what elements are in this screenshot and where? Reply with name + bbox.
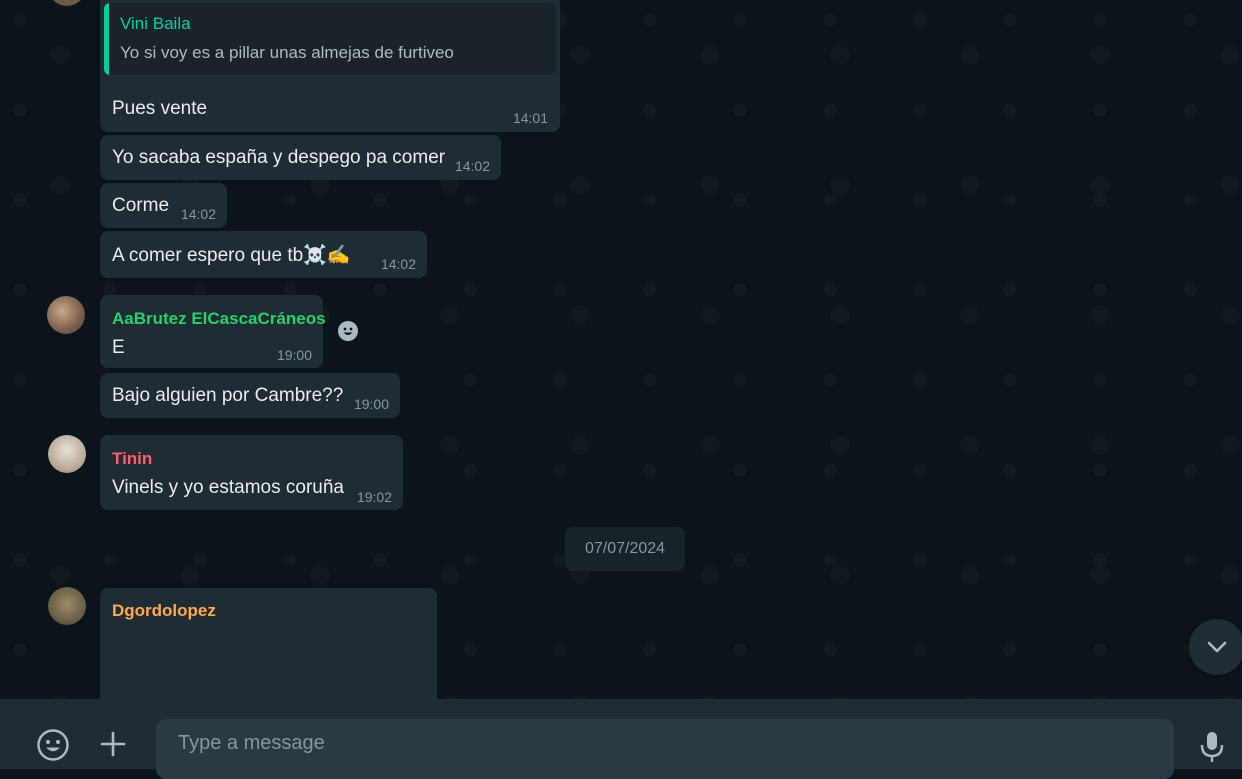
chevron-down-icon <box>1207 641 1227 653</box>
message-text: Bajo alguien por Cambre?? <box>112 385 344 406</box>
date-separator: 07/07/2024 <box>565 527 685 571</box>
smiley-icon <box>37 729 69 761</box>
avatar[interactable] <box>48 0 86 6</box>
avatar[interactable] <box>48 587 86 625</box>
composer-bar <box>0 699 1242 779</box>
message-time: 19:00 <box>276 347 312 363</box>
message-bubble[interactable]: Vini Baila Yo si voy es a pillar unas al… <box>100 0 560 132</box>
emoji-button[interactable] <box>33 725 73 765</box>
avatar[interactable] <box>48 435 86 473</box>
plus-icon <box>100 731 126 757</box>
message-time: 19:00 <box>353 396 389 412</box>
sender-name[interactable]: Tinin <box>112 449 152 469</box>
scroll-to-bottom-button[interactable] <box>1189 619 1242 675</box>
message-bubble[interactable]: Corme 14:02 <box>100 183 227 228</box>
microphone-icon <box>1200 732 1224 762</box>
message-bubble[interactable]: Dgordolopez <box>100 588 437 699</box>
message-time: 14:02 <box>180 206 216 222</box>
quote-accent-bar <box>104 3 109 75</box>
message-text: Vinels y yo estamos coruña <box>112 477 344 498</box>
message-text: Pues vente <box>112 98 208 119</box>
message-bubble[interactable]: Yo sacaba españa y despego pa comer 14:0… <box>100 135 501 180</box>
message-time: 14:02 <box>380 256 416 272</box>
reaction-button[interactable] <box>331 314 365 348</box>
message-time: 14:01 <box>512 110 548 126</box>
message-input-container <box>156 719 1174 779</box>
quote-text: Yo si voy es a pillar unas almejas de fu… <box>120 43 454 62</box>
voice-message-button[interactable] <box>1196 729 1228 765</box>
message-text: Corme <box>112 195 170 216</box>
quoted-message[interactable]: Vini Baila Yo si voy es a pillar unas al… <box>104 3 556 75</box>
message-time: 14:02 <box>454 158 490 174</box>
avatar[interactable] <box>47 296 85 334</box>
quote-sender-name: Vini Baila <box>120 14 191 33</box>
sender-name[interactable]: Dgordolopez <box>112 601 216 621</box>
message-time: 19:02 <box>356 489 392 505</box>
message-bubble[interactable]: AaBrutez ElCascaCráneos E 19:00 <box>100 295 326 368</box>
message-text: A comer espero que tb☠️✍️ <box>112 245 351 266</box>
message-text: E <box>112 337 125 358</box>
message-bubble[interactable]: Tinin Vinels y yo estamos coruña 19:02 <box>100 435 403 510</box>
message-input[interactable] <box>178 719 1158 779</box>
message-bubble[interactable]: Bajo alguien por Cambre?? 19:00 <box>100 373 400 418</box>
sender-name[interactable]: AaBrutez ElCascaCráneos <box>112 309 326 329</box>
reaction-smiley-icon <box>338 321 358 341</box>
chat-area: Vini Baila Yo si voy es a pillar unas al… <box>0 0 1242 699</box>
attach-button[interactable] <box>94 725 132 763</box>
message-bubble[interactable]: A comer espero que tb☠️✍️ 14:02 <box>100 231 427 278</box>
message-text: Yo sacaba españa y despego pa comer <box>112 147 446 168</box>
